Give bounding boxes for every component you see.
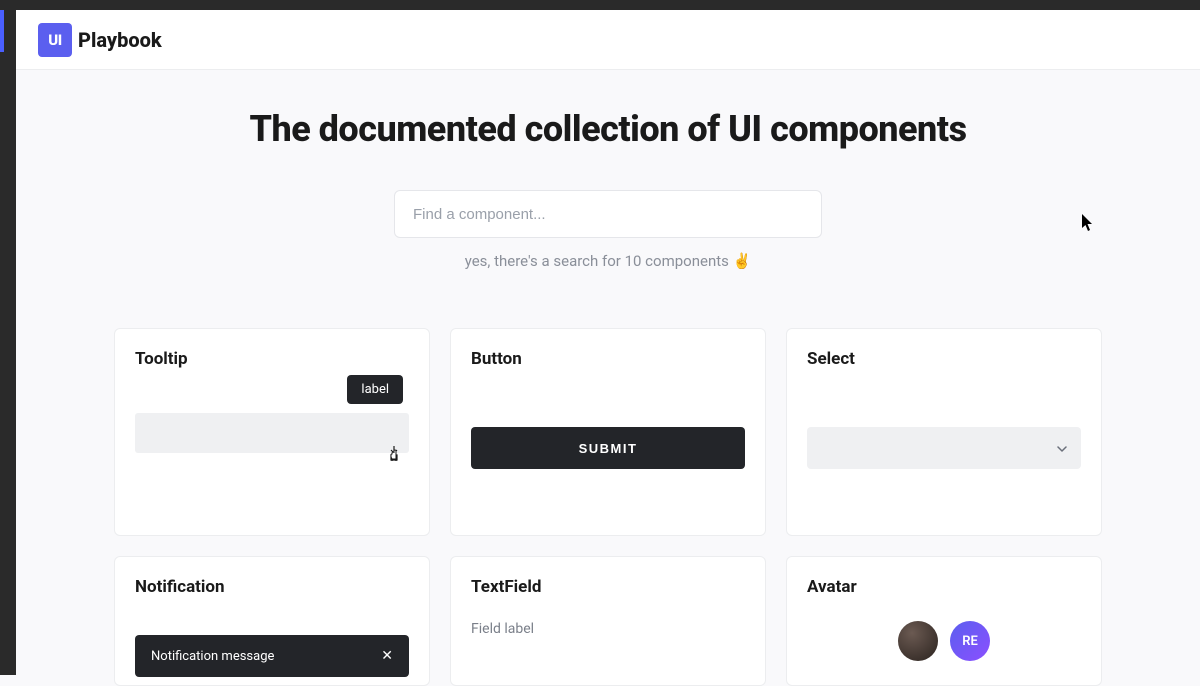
main: The documented collection of UI componen… — [16, 70, 1200, 686]
pointer-cursor-icon — [387, 445, 401, 465]
browser-chrome — [0, 0, 1200, 10]
card-avatar[interactable]: Avatar RE — [786, 556, 1102, 686]
card-title: Button — [471, 349, 745, 369]
field-label: Field label — [471, 621, 745, 637]
page-content: UI Playbook The documented collection of… — [16, 10, 1200, 675]
avatar-initials: RE — [950, 621, 990, 661]
notification-box: Notification message ✕ — [135, 635, 409, 677]
logo[interactable]: UI Playbook — [38, 23, 162, 57]
select-box[interactable] — [807, 427, 1081, 469]
avatar-demo: RE — [807, 621, 1081, 661]
header: UI Playbook — [16, 10, 1200, 70]
left-sidebar-edge — [0, 10, 16, 675]
notification-message: Notification message — [151, 649, 274, 664]
card-notification[interactable]: Notification Notification message ✕ — [114, 556, 430, 686]
close-icon[interactable]: ✕ — [381, 648, 393, 664]
search-wrap — [16, 190, 1200, 238]
submit-button[interactable]: SUBMIT — [471, 427, 745, 469]
card-title: Avatar — [807, 577, 1081, 597]
tooltip-demo: label — [135, 413, 409, 453]
chevron-down-icon — [1057, 439, 1067, 458]
card-title: Notification — [135, 577, 409, 597]
button-demo: SUBMIT — [471, 427, 745, 469]
page-title: The documented collection of UI componen… — [16, 108, 1200, 150]
card-button[interactable]: Button SUBMIT — [450, 328, 766, 536]
select-demo — [807, 427, 1081, 469]
tooltip-target — [135, 413, 409, 453]
card-textfield[interactable]: TextField Field label — [450, 556, 766, 686]
avatar-image — [898, 621, 938, 661]
card-tooltip[interactable]: Tooltip label — [114, 328, 430, 536]
card-select[interactable]: Select — [786, 328, 1102, 536]
component-grid: Tooltip label Button — [16, 328, 1200, 686]
tooltip-label: label — [347, 375, 403, 404]
search-hint: yes, there's a search for 10 components … — [16, 252, 1200, 270]
card-title: TextField — [471, 577, 745, 597]
left-sidebar-highlight — [0, 10, 4, 52]
notification-demo: Notification message ✕ — [135, 635, 409, 677]
card-title: Tooltip — [135, 349, 409, 369]
logo-text: Playbook — [78, 28, 162, 52]
card-title: Select — [807, 349, 1081, 369]
textfield-demo: Field label — [471, 621, 745, 637]
logo-badge: UI — [38, 23, 72, 57]
search-input[interactable] — [394, 190, 822, 238]
